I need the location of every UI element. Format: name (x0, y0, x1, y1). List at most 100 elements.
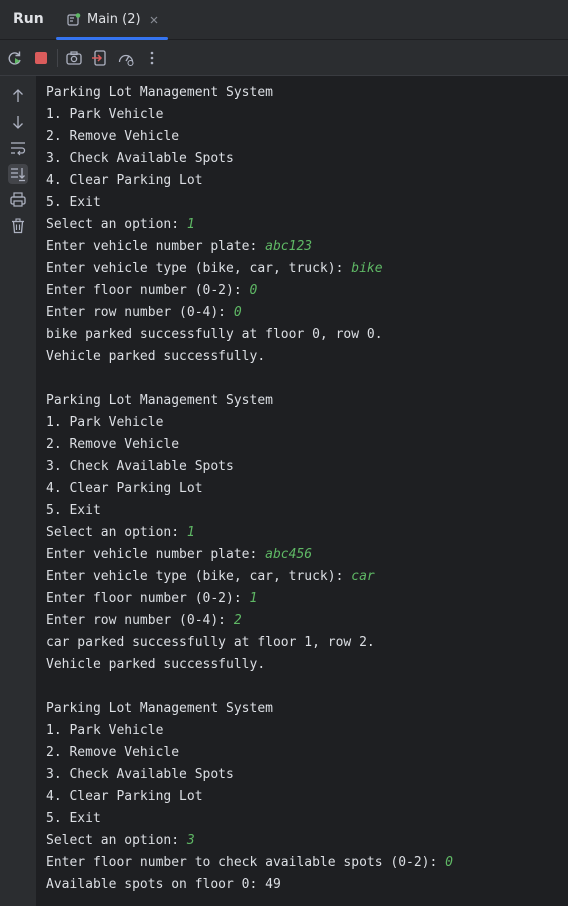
trash-icon[interactable] (8, 216, 28, 236)
console-line: 5. Exit (46, 500, 453, 522)
console-line: Enter vehicle number plate: abc456 (46, 544, 453, 566)
console-line-text: 3. Check Available Spots (46, 151, 234, 166)
console-line: 2. Remove Vehicle (46, 742, 453, 764)
console-line: Vehicle parked successfully. (46, 654, 453, 676)
console-line-text: 1. Park Vehicle (46, 107, 164, 122)
console-line-text: 5. Exit (46, 195, 101, 210)
console-user-input: 1 (186, 525, 195, 540)
tab-main[interactable]: Main (2) (56, 0, 168, 40)
console-line-text: 2. Remove Vehicle (46, 129, 180, 144)
scroll-to-end-icon[interactable] (8, 164, 28, 184)
console-line-text: Enter row number (0-4): (46, 613, 234, 628)
console-line: Select an option: 1 (46, 214, 453, 236)
run-config-icon (67, 13, 81, 27)
close-icon[interactable] (147, 13, 161, 27)
console-line: 3. Check Available Spots (46, 148, 453, 170)
console-line: 1. Park Vehicle (46, 720, 453, 742)
console-line: 3. Check Available Spots (46, 456, 453, 478)
console-line-text: Select an option: (46, 833, 187, 848)
console-user-input: 0 (233, 305, 242, 320)
console-user-input: 3 (186, 833, 195, 848)
console-user-input: 1 (186, 217, 195, 232)
console-sidebar (0, 76, 36, 906)
console-line-text: Select an option: (46, 217, 187, 232)
console-line-text: Parking Lot Management System (46, 393, 273, 408)
console-user-input: bike (351, 261, 383, 276)
console-line: 1. Park Vehicle (46, 104, 453, 126)
console-user-input: abc123 (265, 239, 313, 254)
console-user-input: 2 (233, 613, 242, 628)
console-line-text: Enter row number (0-4): (46, 305, 234, 320)
console-user-input: abc456 (265, 547, 313, 562)
console-user-input: 0 (249, 283, 258, 298)
run-toolbar (0, 40, 568, 76)
console-line: 2. Remove Vehicle (46, 434, 453, 456)
console-line: Parking Lot Management System (46, 390, 453, 412)
console-line: Parking Lot Management System (46, 698, 453, 720)
console-line-text: Enter vehicle type (bike, car, truck): (46, 261, 352, 276)
console-line: car parked successfully at floor 1, row … (46, 632, 453, 654)
arrow-up-icon[interactable] (8, 86, 28, 106)
console-user-input: car (351, 569, 375, 584)
console-line: Enter floor number (0-2): 0 (46, 280, 453, 302)
console-output[interactable]: Parking Lot Management System 1. Park Veh… (36, 76, 568, 906)
dashboard-icon[interactable] (117, 49, 135, 67)
soft-wrap-icon[interactable] (8, 138, 28, 158)
console-line-text: Enter vehicle number plate: (46, 547, 266, 562)
camera-icon[interactable] (65, 49, 83, 67)
console-line: Select an option: 1 (46, 522, 453, 544)
console-line: 5. Exit (46, 192, 453, 214)
rerun-icon[interactable] (6, 49, 24, 67)
console-line: Enter vehicle type (bike, car, truck): c… (46, 566, 453, 588)
arrow-down-icon[interactable] (8, 112, 28, 132)
console-line: Enter row number (0-4): 2 (46, 610, 453, 632)
console-line-text: Available spots on floor 0: 49 (46, 877, 281, 892)
console-line: Select an option: 3 (46, 830, 453, 852)
console-line-text: Enter vehicle number plate: (46, 239, 266, 254)
console-line: Enter vehicle number plate: abc123 (46, 236, 453, 258)
console-line-text: 5. Exit (46, 811, 101, 826)
console-line: 5. Exit (46, 808, 453, 830)
toolbar-divider (57, 49, 58, 67)
console-line: Enter floor number (0-2): 1 (46, 588, 453, 610)
console-user-input: 0 (445, 855, 453, 870)
console-line-text: 3. Check Available Spots (46, 459, 234, 474)
console-line: Available spots on floor 0: 49 (46, 874, 453, 896)
console-line-text: Vehicle parked successfully. (46, 657, 266, 672)
console-line-text: 1. Park Vehicle (46, 723, 164, 738)
console-line: Enter floor number to check available sp… (46, 852, 453, 874)
console-line: 4. Clear Parking Lot (46, 478, 453, 500)
console-line-text: 4. Clear Parking Lot (46, 789, 203, 804)
console-line-text: Enter floor number (0-2): (46, 283, 250, 298)
tab-main-label: Main (2) (87, 12, 141, 27)
console-line-text: 2. Remove Vehicle (46, 437, 180, 452)
more-icon[interactable] (143, 49, 161, 67)
console-line-text: Enter floor number to check available sp… (46, 855, 446, 870)
console-line: 4. Clear Parking Lot (46, 786, 453, 808)
console-line: 4. Clear Parking Lot (46, 170, 453, 192)
console-user-input: 1 (249, 591, 258, 606)
console-line-text: 5. Exit (46, 503, 101, 518)
console-line-text: 2. Remove Vehicle (46, 745, 180, 760)
console-line-text: 1. Park Vehicle (46, 415, 164, 430)
console-line: 3. Check Available Spots (46, 764, 453, 786)
console-line-text: Enter vehicle type (bike, car, truck): (46, 569, 352, 584)
console-line: Parking Lot Management System (46, 82, 453, 104)
console-line-text: car parked successfully at floor 1, row … (46, 635, 375, 650)
console-line-text: Enter floor number (0-2): (46, 591, 250, 606)
tool-window-title: Run (13, 11, 44, 27)
console-line: Enter vehicle type (bike, car, truck): b… (46, 258, 453, 280)
console-line-text: Parking Lot Management System (46, 701, 273, 716)
console-line: Vehicle parked successfully. (46, 346, 453, 368)
console-line: 1. Park Vehicle (46, 412, 453, 434)
print-icon[interactable] (8, 190, 28, 210)
console-line-text: bike parked successfully at floor 0, row… (46, 327, 383, 342)
exit-icon[interactable] (91, 49, 109, 67)
console-line-text: 4. Clear Parking Lot (46, 481, 203, 496)
console-line: 2. Remove Vehicle (46, 126, 453, 148)
console-line: bike parked successfully at floor 0, row… (46, 324, 453, 346)
console-line-text: Vehicle parked successfully. (46, 349, 266, 364)
stop-icon[interactable] (32, 49, 50, 67)
